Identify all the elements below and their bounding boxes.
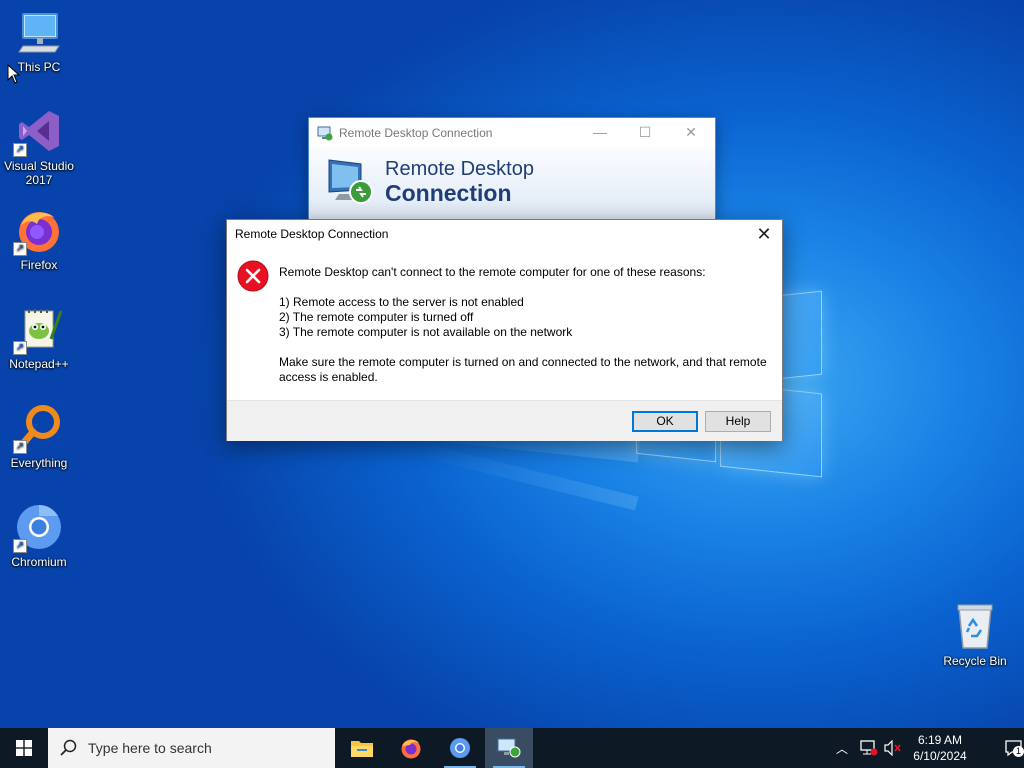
search-icon bbox=[60, 739, 77, 756]
error-dialog[interactable]: Remote Desktop Connection ✕ Remote Deskt… bbox=[226, 219, 783, 441]
clock-date: 6/10/2024 bbox=[913, 749, 967, 763]
desktop-icon-firefox[interactable]: ↗ Firefox bbox=[2, 206, 76, 272]
file-explorer-icon bbox=[351, 741, 373, 757]
desktop-icon-visual-studio[interactable]: ↗ Visual Studio 2017 bbox=[2, 107, 76, 187]
rdc-app-icon bbox=[317, 126, 333, 141]
desktop-icon-recycle-bin[interactable]: Recycle Bin bbox=[938, 602, 1012, 668]
recycle-bin-icon bbox=[951, 602, 999, 650]
windows-start-icon bbox=[16, 740, 32, 756]
remote-desktop-icon bbox=[497, 738, 521, 758]
desktop-icon-chromium[interactable]: ↗ Chromium bbox=[2, 503, 76, 569]
start-button[interactable] bbox=[0, 728, 48, 768]
taskbar-remote-desktop[interactable] bbox=[485, 728, 533, 768]
chromium-icon: ↗ bbox=[13, 503, 63, 553]
this-pc-icon bbox=[15, 8, 63, 56]
rdc-banner: Remote Desktop Connection bbox=[309, 148, 715, 220]
taskbar-chromium[interactable] bbox=[436, 728, 484, 768]
error-reason: 1) Remote access to the server is not en… bbox=[279, 295, 524, 309]
help-button[interactable]: Help bbox=[705, 411, 771, 432]
desktop[interactable]: This PC ↗ Visual Studio 2017 ↗ Firefox ↗… bbox=[0, 0, 1024, 728]
shortcut-arrow-icon: ↗ bbox=[13, 440, 27, 454]
error-reason: 2) The remote computer is turned off bbox=[279, 310, 474, 324]
desktop-icon-label: Firefox bbox=[20, 258, 58, 272]
error-dialog-footer: OK Help bbox=[227, 400, 782, 441]
desktop-icon-everything[interactable]: ↗ Everything bbox=[2, 404, 76, 470]
rdc-window-title: Remote Desktop Connection bbox=[339, 126, 493, 140]
mouse-cursor-icon bbox=[7, 64, 21, 84]
rdc-window[interactable]: Remote Desktop Connection — ☐ ✕ Remote D… bbox=[308, 117, 716, 221]
desktop-icon-label: Everything bbox=[10, 456, 68, 470]
error-icon bbox=[237, 260, 269, 292]
desktop-icon-label: Recycle Bin bbox=[943, 654, 1007, 668]
firefox-icon: ↗ bbox=[13, 206, 63, 256]
rdc-banner-line2: Connection bbox=[385, 180, 512, 206]
rdc-banner-icon bbox=[328, 159, 373, 204]
search-placeholder: Type here to search bbox=[88, 740, 212, 756]
error-advice: Make sure the remote computer is turned … bbox=[279, 355, 767, 384]
desktop-icon-label: Notepad++ bbox=[9, 357, 69, 371]
error-dialog-title: Remote Desktop Connection bbox=[235, 227, 389, 241]
taskbar-firefox[interactable] bbox=[387, 728, 435, 768]
firefox-icon bbox=[401, 739, 421, 759]
clock-time: 6:19 AM bbox=[917, 733, 963, 747]
desktop-icon-label: Visual Studio 2017 bbox=[4, 159, 74, 187]
rdc-title-bar[interactable]: Remote Desktop Connection — ☐ ✕ bbox=[309, 118, 715, 148]
maximize-icon[interactable]: ☐ bbox=[633, 124, 657, 141]
shortcut-arrow-icon: ↗ bbox=[13, 242, 27, 256]
close-icon[interactable]: ✕ bbox=[750, 222, 778, 246]
taskbar-search-box[interactable]: Type here to search bbox=[48, 728, 335, 768]
close-icon[interactable]: ✕ bbox=[679, 124, 703, 141]
chevron-up-icon[interactable]: ︿ bbox=[836, 740, 848, 757]
shortcut-arrow-icon: ↗ bbox=[13, 539, 27, 553]
volume-muted-icon[interactable] bbox=[884, 740, 902, 756]
everything-icon: ↗ bbox=[13, 404, 63, 454]
rdc-banner-line1: Remote Desktop bbox=[385, 158, 534, 180]
system-tray: ︿ 6:19 AM 6/10/2024 1 bbox=[824, 728, 1024, 768]
error-reason: 3) The remote computer is not available … bbox=[279, 325, 573, 339]
chromium-icon bbox=[450, 738, 470, 758]
minimize-icon[interactable]: — bbox=[588, 124, 612, 140]
taskbar: Type here to search ︿ 6:19 AM 6/10/2024 … bbox=[0, 728, 1024, 768]
error-message: Remote Desktop can't connect to the remo… bbox=[279, 265, 706, 279]
network-disconnected-icon[interactable] bbox=[860, 740, 878, 756]
shortcut-arrow-icon: ↗ bbox=[13, 143, 27, 157]
visual-studio-icon: ↗ bbox=[13, 107, 63, 157]
ok-button[interactable]: OK bbox=[632, 411, 698, 432]
shortcut-arrow-icon: ↗ bbox=[13, 341, 27, 355]
notepad-plus-plus-icon: ↗ bbox=[13, 305, 63, 355]
action-center-button[interactable]: 1 bbox=[1004, 738, 1024, 758]
desktop-icon-label: Chromium bbox=[11, 555, 67, 569]
taskbar-clock[interactable]: 6:19 AM 6/10/2024 bbox=[908, 732, 972, 764]
notification-count-badge: 1 bbox=[1013, 746, 1024, 757]
taskbar-file-explorer[interactable] bbox=[338, 728, 386, 768]
desktop-icon-notepad-plus-plus[interactable]: ↗ Notepad++ bbox=[2, 305, 76, 371]
error-message-body: Remote Desktop can't connect to the remo… bbox=[279, 265, 774, 385]
